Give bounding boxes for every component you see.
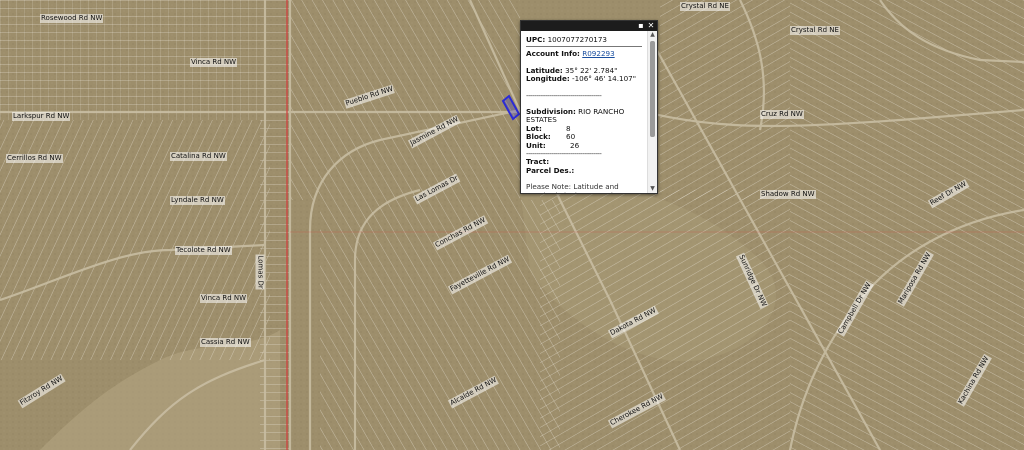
parcel-info-popup: ▪ ✕ UPC: 1007077270173 Account Info: R09… bbox=[520, 20, 658, 194]
upc-value: 1007077270173 bbox=[547, 35, 608, 44]
street-label: Lyndale Rd NW bbox=[170, 196, 225, 205]
street-label: Cassia Rd NW bbox=[200, 338, 251, 347]
street-label: Catalina Rd NW bbox=[170, 152, 227, 161]
scroll-thumb[interactable] bbox=[650, 41, 655, 137]
aerial-map[interactable] bbox=[0, 0, 1024, 450]
popup-scrollbar[interactable]: ▲ ▼ bbox=[647, 31, 657, 193]
street-label: Crystal Rd NE bbox=[790, 26, 840, 35]
street-label: Larkspur Rd NW bbox=[12, 112, 71, 121]
parcel-des-label: Parcel Des.: bbox=[526, 165, 575, 175]
longitude-value: -106° 46' 14.107" bbox=[572, 74, 637, 84]
street-label: Shadow Rd NW bbox=[760, 190, 816, 199]
street-label: Cerrillos Rd NW bbox=[6, 154, 63, 163]
upc-label: UPC: bbox=[526, 35, 546, 44]
scroll-up-icon[interactable]: ▲ bbox=[648, 31, 657, 39]
street-label: Cruz Rd NW bbox=[760, 110, 804, 119]
street-label: Vinca Rd NW bbox=[190, 58, 238, 67]
parcel-grid bbox=[290, 0, 520, 200]
longitude-label: Longitude: bbox=[526, 74, 570, 84]
account-label: Account Info: bbox=[526, 49, 580, 59]
parcel-grid bbox=[790, 0, 1024, 450]
popup-content: UPC: 1007077270173 Account Info: R092293… bbox=[521, 31, 647, 193]
account-link[interactable]: R092293 bbox=[582, 49, 614, 58]
parcel-grid bbox=[660, 0, 790, 200]
divider bbox=[526, 46, 642, 48]
street-label: Rosewood Rd NW bbox=[40, 14, 104, 23]
scroll-down-icon[interactable]: ▼ bbox=[648, 185, 657, 193]
popup-titlebar[interactable]: ▪ ✕ bbox=[521, 21, 657, 31]
street-label: Lomas Dr bbox=[255, 254, 265, 290]
street-label: Crystal Rd NE bbox=[680, 2, 730, 11]
parcel-grid bbox=[540, 190, 790, 450]
street-label: Tecolote Rd NW bbox=[175, 246, 232, 255]
close-icon[interactable]: ✕ bbox=[647, 22, 655, 30]
maximize-icon[interactable]: ▪ bbox=[637, 22, 645, 30]
separator: ------------------------------------ bbox=[526, 90, 602, 100]
location-note: Please Note: Latitude and Longitude is t… bbox=[526, 182, 632, 193]
street-label: Vinca Rd NW bbox=[200, 294, 248, 303]
